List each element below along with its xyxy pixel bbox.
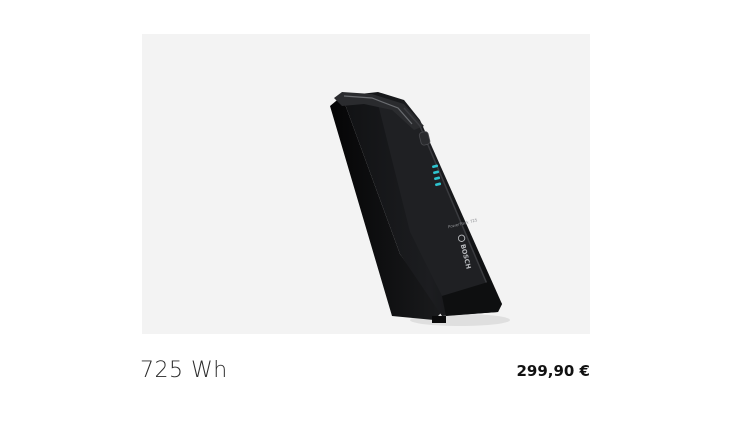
product-price: 299,90 € bbox=[516, 362, 590, 380]
product-card[interactable]: PowerPack 725 BOSCH 725 Wh 299,90 € bbox=[0, 0, 730, 425]
product-image[interactable]: PowerPack 725 BOSCH bbox=[142, 34, 590, 334]
battery-pack-illustration: PowerPack 725 BOSCH bbox=[330, 92, 510, 326]
product-capacity: 725 Wh bbox=[140, 358, 228, 383]
battery-foot bbox=[432, 316, 446, 323]
